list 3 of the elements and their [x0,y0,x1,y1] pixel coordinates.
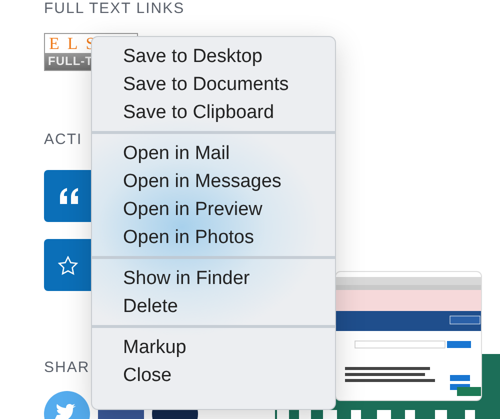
section-heading: SHAR [44,359,90,377]
section-heading: ACTI [44,131,82,149]
section-heading: FULL TEXT LINKS [44,0,185,18]
